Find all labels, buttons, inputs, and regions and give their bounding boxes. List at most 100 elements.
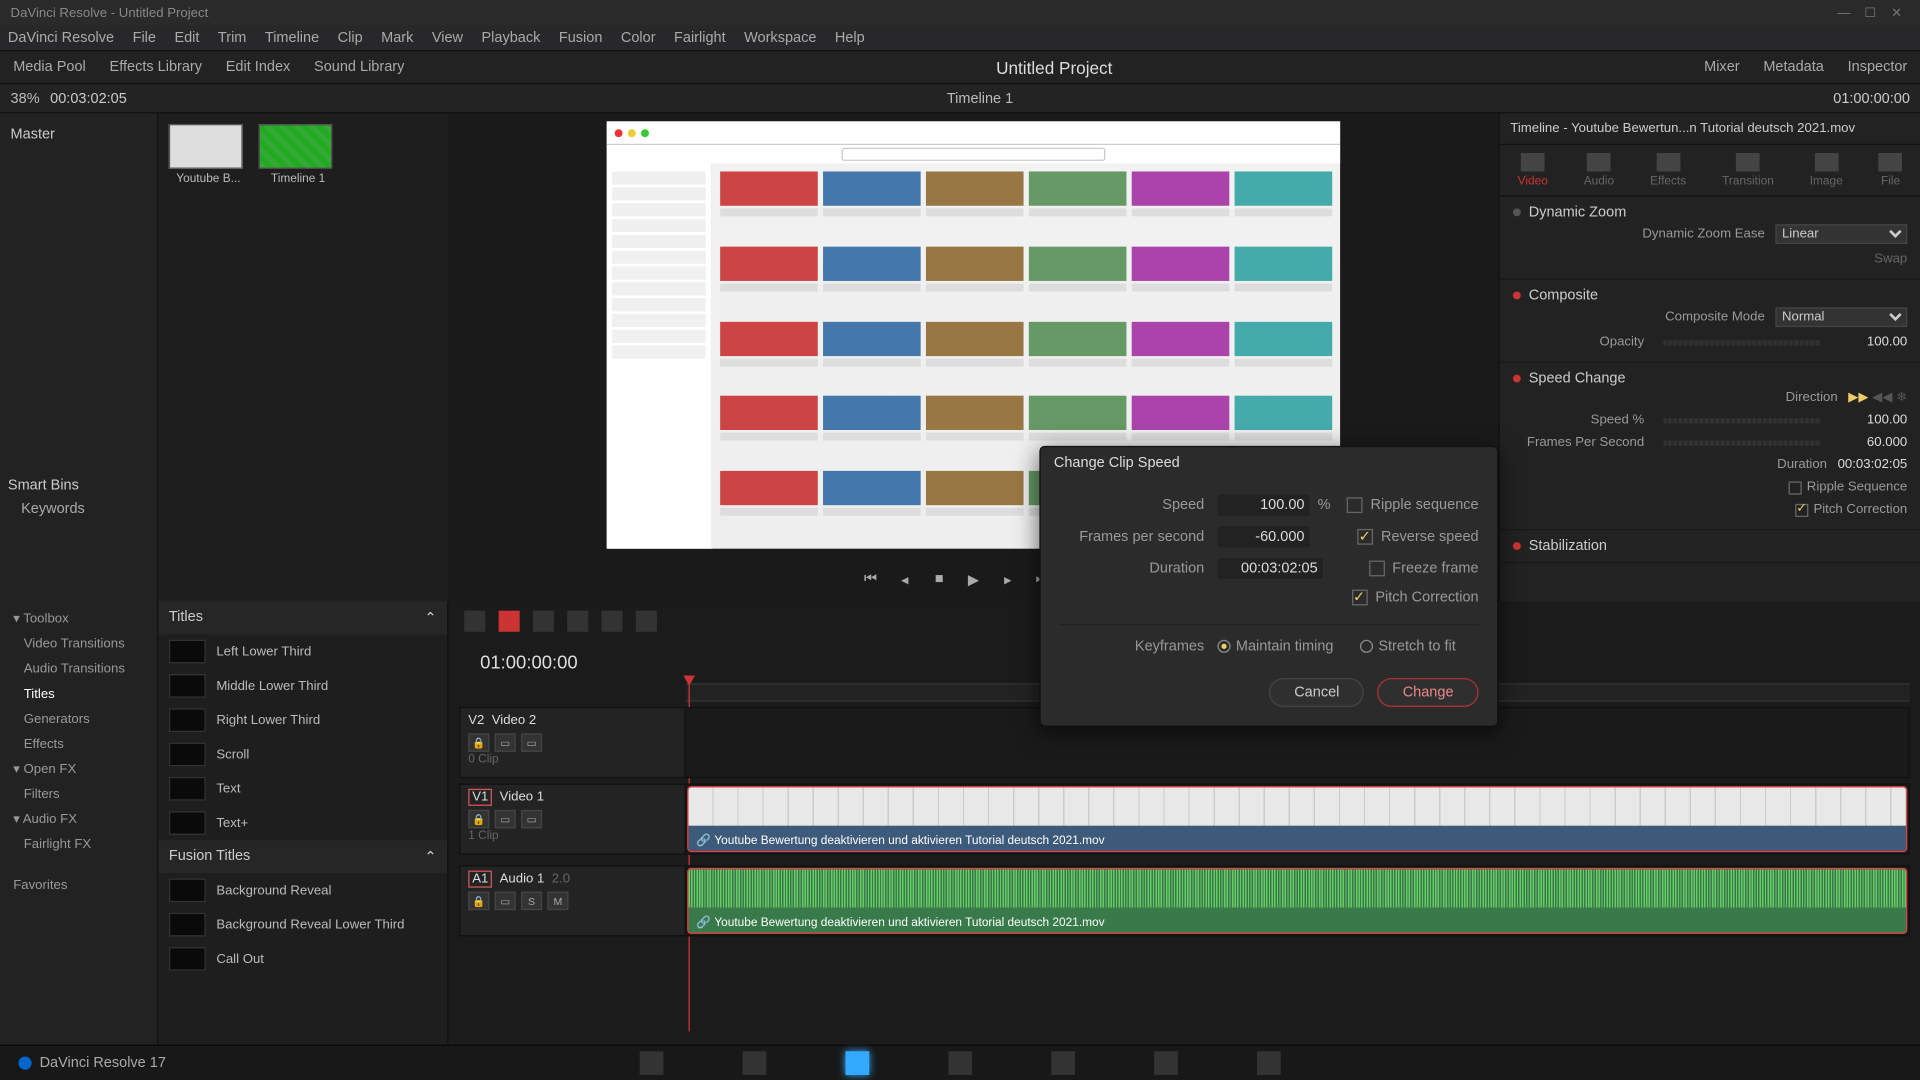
speed-input[interactable]: 100.00 (1217, 495, 1309, 516)
menu-item[interactable]: File (133, 30, 156, 46)
deliver-page-button[interactable] (1257, 1051, 1281, 1075)
menu-item[interactable]: Help (835, 30, 865, 46)
overwrite-tool-icon[interactable] (601, 611, 622, 632)
maintain-timing-radio[interactable] (1217, 640, 1230, 653)
menu-item[interactable]: Playback (481, 30, 540, 46)
change-button[interactable]: Change (1378, 678, 1479, 707)
titles-group[interactable]: Titles (169, 609, 203, 626)
pitch-correction-checkbox[interactable] (1795, 503, 1808, 516)
inspector-tab-effects[interactable]: Effects (1650, 153, 1686, 187)
inspector-tab-video[interactable]: Video (1518, 153, 1548, 187)
next-frame-button[interactable]: ▸ (998, 571, 1016, 588)
thumbnails-icon[interactable]: ▭ (521, 733, 542, 751)
fps-slider[interactable] (1663, 440, 1821, 445)
title-preset[interactable]: Call Out (158, 942, 447, 976)
solo-button[interactable]: S (521, 892, 542, 910)
track-header-v1[interactable]: V1 Video 1 🔒▭▭ 1 Clip (459, 783, 686, 854)
fx-item[interactable]: Filters (0, 782, 157, 807)
composite-mode-select[interactable]: Normal (1775, 307, 1907, 327)
collapse-icon[interactable]: ⌃ (424, 609, 436, 626)
pitch-correction-checkbox[interactable] (1352, 590, 1368, 606)
color-page-button[interactable] (1051, 1051, 1075, 1075)
fairlight-page-button[interactable] (1154, 1051, 1178, 1075)
audiofx-header[interactable]: ▾ Audio FX (0, 807, 157, 832)
ripple-sequence-checkbox[interactable] (1788, 481, 1801, 494)
fx-item[interactable]: Effects (0, 732, 157, 757)
fx-item[interactable]: Audio Transitions (0, 657, 157, 682)
mixer-toggle[interactable]: Mixer (1704, 59, 1739, 75)
lock-icon[interactable]: 🔒 (468, 733, 489, 751)
auto-select-icon[interactable]: ▭ (495, 733, 516, 751)
menu-item[interactable]: View (432, 30, 463, 46)
duration-input[interactable]: 00:03:02:05 (1217, 558, 1323, 579)
title-preset[interactable]: Background Reveal Lower Third (158, 907, 447, 941)
fx-item[interactable]: Video Transitions (0, 632, 157, 657)
stop-button[interactable]: ■ (930, 571, 948, 588)
fx-item[interactable]: Fairlight FX (0, 832, 157, 857)
menu-item[interactable]: Clip (338, 30, 363, 46)
title-preset[interactable]: Text+ (158, 806, 447, 840)
auto-select-icon[interactable]: ▭ (495, 892, 516, 910)
arrow-tool-icon[interactable] (499, 611, 520, 632)
title-preset[interactable]: Background Reveal (158, 873, 447, 907)
menu-item[interactable]: Workspace (744, 30, 816, 46)
metadata-toggle[interactable]: Metadata (1763, 59, 1824, 75)
media-page-button[interactable] (640, 1051, 664, 1075)
lock-icon[interactable]: 🔒 (468, 892, 489, 910)
stretch-to-fit-radio[interactable] (1360, 640, 1373, 653)
openfx-header[interactable]: ▾ Open FX (0, 757, 157, 782)
inspector-tab-audio[interactable]: Audio (1584, 153, 1614, 187)
zoom-level[interactable]: 38% (11, 90, 40, 106)
menu-item[interactable]: Timeline (265, 30, 319, 46)
cancel-button[interactable]: Cancel (1269, 678, 1364, 707)
reverse-speed-checkbox[interactable] (1357, 529, 1373, 545)
fx-item-titles[interactable]: Titles (0, 682, 157, 707)
cut-page-button[interactable] (743, 1051, 767, 1075)
swap-button[interactable]: Swap (1874, 252, 1907, 267)
video-clip[interactable]: 🔗 Youtube Bewertung deaktivieren und akt… (689, 787, 1906, 850)
opacity-slider[interactable] (1663, 340, 1821, 345)
media-clip[interactable]: Youtube B... (169, 124, 248, 591)
fusion-titles-group[interactable]: Fusion Titles (169, 848, 250, 865)
menu-item[interactable]: Fairlight (674, 30, 726, 46)
section-speed-change[interactable]: Speed Change (1529, 371, 1626, 387)
close-button[interactable]: ✕ (1884, 6, 1910, 21)
ripple-sequence-checkbox[interactable] (1347, 497, 1363, 513)
edit-page-button[interactable] (845, 1051, 869, 1075)
dynamic-zoom-ease-select[interactable]: Linear (1775, 224, 1907, 244)
direction-forward-icon[interactable]: ▶▶ (1848, 390, 1868, 405)
lock-icon[interactable]: 🔒 (468, 810, 489, 828)
menu-item[interactable]: Fusion (559, 30, 603, 46)
speed-value[interactable]: 100.00 (1828, 413, 1907, 428)
master-bin[interactable]: Master (8, 121, 149, 147)
prev-frame-button[interactable]: ◂ (896, 571, 914, 588)
media-pool-toggle[interactable]: Media Pool (13, 59, 86, 75)
edit-index-toggle[interactable]: Edit Index (226, 59, 291, 75)
section-composite[interactable]: Composite (1529, 288, 1598, 304)
keywords-bin[interactable]: Keywords (8, 501, 150, 517)
fusion-page-button[interactable] (948, 1051, 972, 1075)
duration-value[interactable]: 00:03:02:05 (1838, 458, 1908, 473)
title-preset[interactable]: Scroll (158, 737, 447, 771)
fx-item[interactable]: Generators (0, 707, 157, 732)
inspector-tab-file[interactable]: File (1879, 153, 1903, 187)
opacity-value[interactable]: 100.00 (1828, 335, 1907, 350)
menu-item[interactable]: Trim (218, 30, 246, 46)
collapse-icon[interactable]: ⌃ (424, 848, 436, 865)
auto-select-icon[interactable]: ▭ (495, 810, 516, 828)
audio-clip[interactable]: 🔗 Youtube Bewertung deaktivieren und akt… (689, 869, 1906, 932)
speed-slider[interactable] (1663, 417, 1821, 422)
title-preset[interactable]: Left Lower Third (158, 634, 447, 668)
play-button[interactable]: ▶ (964, 571, 982, 588)
menu-item[interactable]: Mark (381, 30, 413, 46)
menu-item[interactable]: Edit (174, 30, 199, 46)
effects-library-toggle[interactable]: Effects Library (110, 59, 202, 75)
section-stabilization[interactable]: Stabilization (1529, 538, 1607, 554)
minimize-button[interactable]: — (1831, 6, 1857, 21)
thumbnails-icon[interactable]: ▭ (521, 810, 542, 828)
inspector-tab-image[interactable]: Image (1810, 153, 1843, 187)
title-preset[interactable]: Middle Lower Third (158, 669, 447, 703)
mute-button[interactable]: M (547, 892, 568, 910)
insert-tool-icon[interactable] (567, 611, 588, 632)
favorites-header[interactable]: Favorites (0, 873, 157, 898)
